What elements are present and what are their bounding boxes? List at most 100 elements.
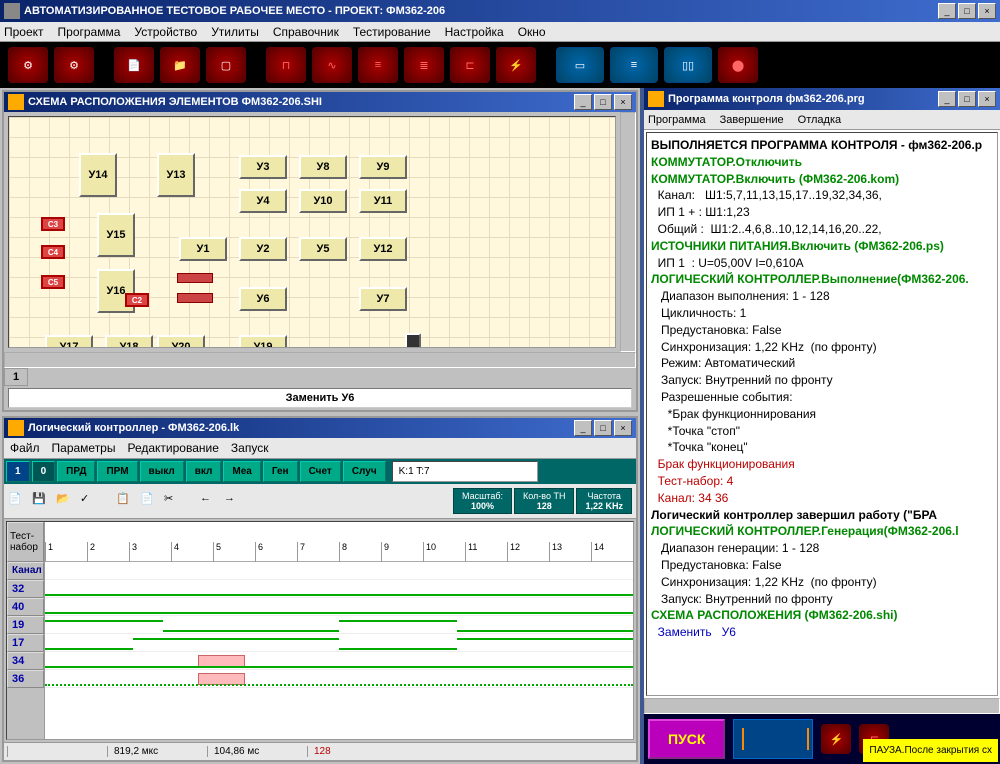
cut-icon[interactable]: ✂ (164, 492, 182, 510)
schema-minimize-button[interactable]: _ (574, 94, 592, 110)
arrow-right-icon[interactable]: → (224, 492, 242, 510)
menu-Утилиты[interactable]: Утилиты (211, 25, 259, 39)
lc-btn-ПРМ[interactable]: ПРМ (97, 461, 137, 482)
chip-У8[interactable]: У8 (299, 155, 347, 179)
program-maximize-button[interactable]: □ (958, 91, 976, 107)
chip-У18[interactable]: У18 (105, 335, 153, 348)
menu-Окно[interactable]: Окно (518, 25, 546, 39)
chip-С3[interactable]: С3 (41, 217, 65, 231)
lc-btn-Счет[interactable]: Счет (300, 461, 341, 482)
chip-component[interactable] (177, 293, 213, 303)
program-hscroll[interactable] (644, 698, 1000, 714)
toolbar-btn-9[interactable]: ≣ (404, 47, 444, 83)
toolbar-btn-12[interactable]: ▭ (556, 47, 604, 83)
menu-Устройство[interactable]: Устройство (134, 25, 197, 39)
lc-btn-ПРД[interactable]: ПРД (57, 461, 95, 482)
logic-minimize-button[interactable]: _ (574, 420, 592, 436)
save-icon[interactable]: 💾 (32, 492, 50, 510)
schema-close-button[interactable]: × (614, 94, 632, 110)
lc-btn-Mea[interactable]: Mea (223, 461, 260, 482)
maximize-button[interactable]: □ (958, 3, 976, 19)
menu-Проект[interactable]: Проект (4, 25, 44, 39)
chip-С5[interactable]: С5 (41, 275, 65, 289)
chip-У17[interactable]: У17 (45, 335, 93, 348)
toolbar-btn-13[interactable]: ≡ (610, 47, 658, 83)
lc-btn-Случ[interactable]: Случ (343, 461, 386, 482)
arrow-left-icon[interactable]: ← (200, 492, 218, 510)
new-icon[interactable]: 📄 (8, 492, 26, 510)
schema-tab-1[interactable]: 1 (4, 368, 28, 386)
lc-menu-Параметры[interactable]: Параметры (52, 441, 116, 455)
chip-У19[interactable]: У19 (239, 335, 287, 348)
toolbar-btn-6[interactable]: ⊓ (266, 47, 306, 83)
chip-У14[interactable]: У14 (79, 153, 117, 197)
toolbar-btn-1[interactable]: ⚙ (8, 47, 48, 83)
schema-canvas[interactable]: У14 У13 У3 У8 У9 У4 У10 У11 С3 У15 С4 У1 У2 У5 У12 С5 У1… (8, 116, 616, 348)
lc-btn-Ген[interactable]: Ген (263, 461, 298, 482)
chip-С2[interactable]: С2 (125, 293, 149, 307)
menu-Тестирование[interactable]: Тестирование (353, 25, 431, 39)
schema-maximize-button[interactable]: □ (594, 94, 612, 110)
chip-У12[interactable]: У12 (359, 237, 407, 261)
toolbar-btn-11[interactable]: ⚡ (496, 47, 536, 83)
chip-У4[interactable]: У4 (239, 189, 287, 213)
program-minimize-button[interactable]: _ (938, 91, 956, 107)
logic-status-input[interactable] (392, 461, 538, 482)
chip-У13[interactable]: У13 (157, 153, 195, 197)
schema-vscroll[interactable] (620, 112, 636, 352)
toolbar-btn-8[interactable]: ≡ (358, 47, 398, 83)
lc-btn-0[interactable]: 0 (32, 461, 56, 482)
schema-hscroll[interactable] (4, 352, 636, 368)
toolbar-btn-5[interactable]: ▢ (206, 47, 246, 83)
toolbar-btn-7[interactable]: ∿ (312, 47, 352, 83)
paste-icon[interactable]: 📄 (140, 492, 158, 510)
channel-19[interactable]: 19 (7, 616, 44, 634)
chip-У3[interactable]: У3 (239, 155, 287, 179)
chip-У5[interactable]: У5 (299, 237, 347, 261)
chip-У9[interactable]: У9 (359, 155, 407, 179)
lc-btn-выкл[interactable]: выкл (140, 461, 184, 482)
prog-menu-Программа[interactable]: Программа (648, 114, 706, 126)
menu-Справочник[interactable]: Справочник (273, 25, 339, 39)
toolbar-btn-15[interactable]: ⬤ (718, 47, 758, 83)
logic-close-button[interactable]: × (614, 420, 632, 436)
toolbar-btn-10[interactable]: ⊏ (450, 47, 490, 83)
lc-menu-Запуск[interactable]: Запуск (231, 441, 269, 455)
copy-icon[interactable]: 📋 (116, 492, 134, 510)
channel-36[interactable]: 36 (7, 670, 44, 688)
lc-btn-1[interactable]: 1 (6, 461, 30, 482)
lc-menu-Файл[interactable]: Файл (10, 441, 40, 455)
menu-Программа[interactable]: Программа (58, 25, 121, 39)
chip-С4[interactable]: С4 (41, 245, 65, 259)
chip-У11[interactable]: У11 (359, 189, 407, 213)
menu-Настройка[interactable]: Настройка (445, 25, 504, 39)
lc-btn-вкл[interactable]: вкл (186, 461, 222, 482)
prog-menu-Завершение[interactable]: Завершение (720, 114, 784, 126)
check-icon[interactable]: ✓ (80, 492, 98, 510)
chip-У6[interactable]: У6 (239, 287, 287, 311)
toolbar-btn-2[interactable]: ⚙ (54, 47, 94, 83)
chip-component[interactable] (405, 333, 421, 348)
chip-У2[interactable]: У2 (239, 237, 287, 261)
minimize-button[interactable]: _ (938, 3, 956, 19)
channel-17[interactable]: 17 (7, 634, 44, 652)
chip-У7[interactable]: У7 (359, 287, 407, 311)
prog-menu-Отладка[interactable]: Отладка (798, 114, 841, 126)
toolbar-btn-3[interactable]: 📄 (114, 47, 154, 83)
toolbar-btn-4[interactable]: 📁 (160, 47, 200, 83)
logic-maximize-button[interactable]: □ (594, 420, 612, 436)
program-output[interactable]: ВЫПОЛНЯЕТСЯ ПРОГРАММА КОНТРОЛЯ - фм362-2… (646, 132, 998, 696)
chip-У15[interactable]: У15 (97, 213, 135, 257)
channel-32[interactable]: 32 (7, 580, 44, 598)
logic-timeline[interactable]: Тест-набор Канал 324019173436 1234567891… (6, 521, 634, 740)
ctrl-btn-1[interactable]: ⚡ (821, 724, 851, 754)
open-icon[interactable]: 📂 (56, 492, 74, 510)
close-button[interactable]: × (978, 3, 996, 19)
channel-34[interactable]: 34 (7, 652, 44, 670)
chip-У1[interactable]: У1 (179, 237, 227, 261)
toolbar-btn-14[interactable]: ▯▯ (664, 47, 712, 83)
lc-menu-Редактирование[interactable]: Редактирование (127, 441, 218, 455)
start-button[interactable]: ПУСК (648, 719, 725, 759)
chip-У10[interactable]: У10 (299, 189, 347, 213)
chip-component[interactable] (177, 273, 213, 283)
